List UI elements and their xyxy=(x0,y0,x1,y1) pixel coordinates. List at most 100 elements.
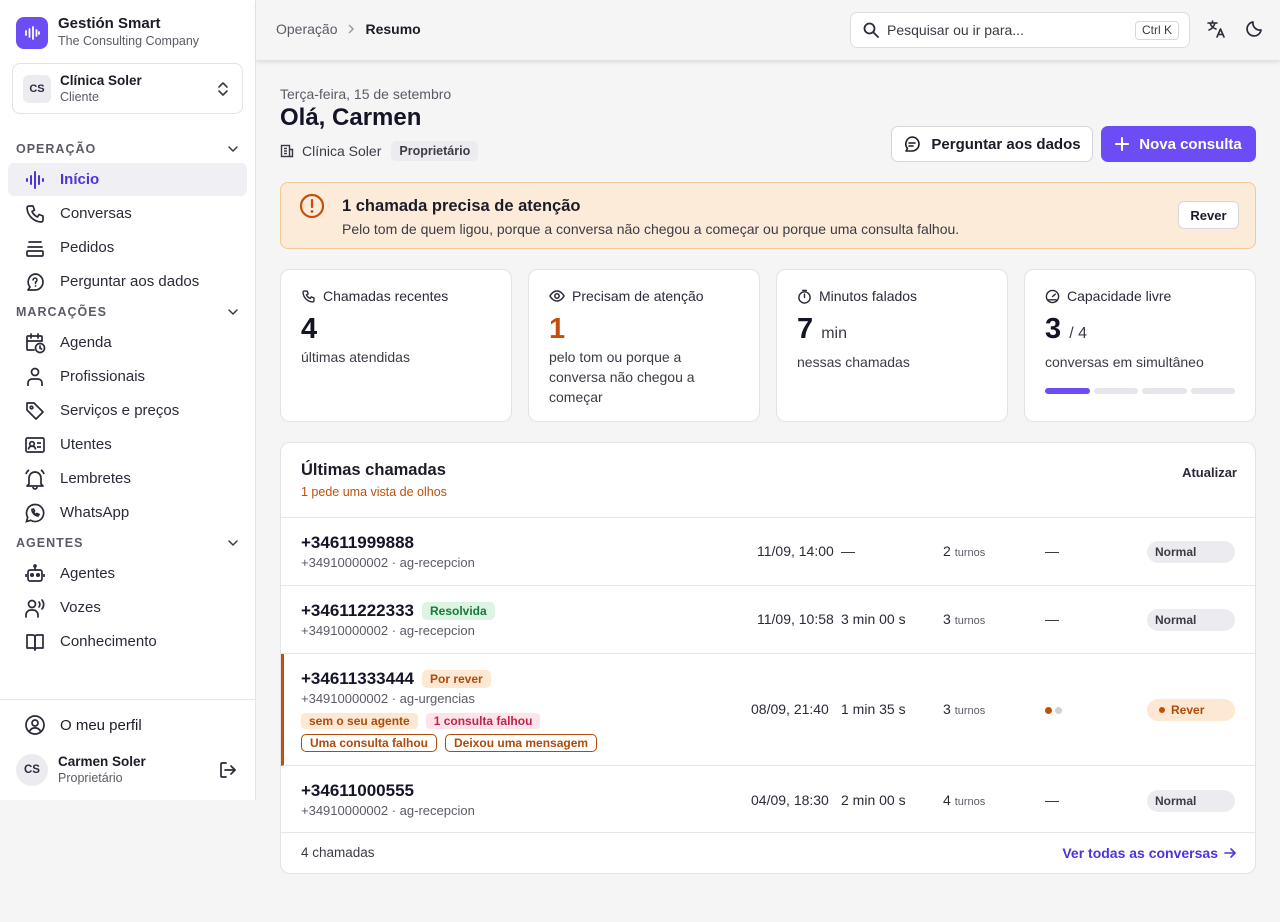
review-button[interactable]: Rever xyxy=(1178,201,1239,229)
table-row[interactable]: +34611222333 Resolvida +34910000002 · ag-… xyxy=(281,586,1255,654)
ask-data-button[interactable]: Perguntar aos dados xyxy=(891,126,1093,162)
tag-icon xyxy=(26,401,44,420)
table-row[interactable]: +34611999888 +34910000002 · ag-recepcion… xyxy=(281,518,1255,586)
table-row-flagged[interactable]: +34611333444 Por rever +34910000002 · ag-… xyxy=(281,654,1255,766)
call-number: +34611000555 xyxy=(301,781,414,800)
call-turns: 3 turnos xyxy=(943,701,986,717)
sidebar-item-label: Conhecimento xyxy=(60,633,157,650)
stat-value: 4 xyxy=(301,313,318,345)
my-profile-label: O meu perfil xyxy=(60,716,142,734)
bell-icon xyxy=(25,468,45,490)
sidebar-item-perguntar[interactable]: Perguntar aos dados xyxy=(8,265,247,298)
nav-section-marcacoes[interactable]: MARCAÇÕES xyxy=(0,299,255,325)
alert-description: Pelo tom de quem ligou, porque a convers… xyxy=(342,221,960,237)
chat-icon xyxy=(905,136,921,152)
sidebar-item-agentes[interactable]: Agentes xyxy=(8,557,247,590)
resolved-tag: Resolvida xyxy=(422,602,495,620)
nav-section-agentes[interactable]: AGENTES xyxy=(0,530,255,556)
call-date: 08/09, 21:40 xyxy=(751,701,829,717)
logout-icon[interactable] xyxy=(218,760,238,780)
table-footer: 4 chamadas Ver todas as conversas xyxy=(281,833,1255,873)
sidebar-item-inicio[interactable]: Início xyxy=(8,163,247,196)
call-date: 04/09, 18:30 xyxy=(751,792,829,808)
search-input[interactable] xyxy=(887,22,1127,38)
stat-value: 7 min xyxy=(797,313,847,345)
sidebar-item-conhecimento[interactable]: Conhecimento xyxy=(8,625,247,658)
call-sentiment: — xyxy=(1045,792,1059,808)
brand[interactable]: Gestión Smart The Consulting Company xyxy=(16,16,199,50)
view-all-link[interactable]: Ver todas as conversas xyxy=(1062,845,1237,861)
capacity-segment xyxy=(1142,388,1187,394)
breadcrumb-item[interactable]: Operação xyxy=(276,21,337,37)
nav-section-label: AGENTES xyxy=(16,536,84,550)
status-badge: Rever xyxy=(1147,699,1235,721)
search-box[interactable]: Ctrl K xyxy=(850,12,1190,48)
outcome-chip: Deixou uma mensagem xyxy=(445,734,598,752)
stat-label: Chamadas recentes xyxy=(323,288,449,304)
outcome-chip: Uma consulta falhou xyxy=(301,734,438,752)
call-turns: 3 turnos xyxy=(943,611,986,627)
call-turns: 4 turnos xyxy=(943,792,986,808)
sidebar-item-lembretes[interactable]: Lembretes xyxy=(8,462,247,495)
clinic-info: Clínica Soler Proprietário xyxy=(280,141,479,161)
call-turns: 2 turnos xyxy=(943,543,986,559)
page-title: Olá, Carmen xyxy=(280,104,422,131)
stack-icon xyxy=(26,240,44,257)
sidebar-item-servicos[interactable]: Serviços e preços xyxy=(8,394,247,427)
refresh-button[interactable]: Atualizar xyxy=(1182,465,1237,480)
sidebar-item-vozes[interactable]: Vozes xyxy=(8,591,247,624)
sidebar-item-label: Utentes xyxy=(60,436,112,453)
call-meta: +34910000002 · ag-recepcion xyxy=(301,623,475,638)
sidebar-nav: OPERAÇÃO Início Conversas Pedidos Pergun… xyxy=(0,136,255,699)
brand-name: Gestión Smart xyxy=(58,15,161,32)
sidebar-item-label: Pedidos xyxy=(60,239,115,256)
sidebar-item-agenda[interactable]: Agenda xyxy=(8,326,247,359)
gauge-icon xyxy=(1045,289,1060,303)
sidebar-item-profissionais[interactable]: Profissionais xyxy=(8,360,247,393)
call-duration: 2 min 00 s xyxy=(841,792,906,808)
attention-alert: 1 chamada precisa de atenção Pelo tom de… xyxy=(280,182,1256,249)
client-switcher[interactable]: CS Clínica Soler Cliente xyxy=(12,63,243,114)
stat-description: conversas em simultâneo xyxy=(1045,354,1204,370)
sidebar-item-label: Vozes xyxy=(60,599,101,616)
ask-data-label: Perguntar aos dados xyxy=(931,135,1081,153)
sidebar-item-whatsapp[interactable]: WhatsApp xyxy=(8,496,247,529)
book-icon xyxy=(26,633,44,651)
new-appointment-button[interactable]: Nova consulta xyxy=(1101,126,1256,162)
call-date: 11/09, 10:58 xyxy=(757,611,834,627)
nav-section-operacao[interactable]: OPERAÇÃO xyxy=(0,136,255,162)
stat-card-recent-calls: Chamadas recentes 4 últimas atendidas xyxy=(280,269,512,422)
view-all-label: Ver todas as conversas xyxy=(1062,845,1218,861)
call-date: 11/09, 14:00 xyxy=(757,543,834,559)
phone-icon xyxy=(26,204,44,223)
sentiment-dot xyxy=(1045,707,1052,714)
sidebar-item-pedidos[interactable]: Pedidos xyxy=(8,231,247,264)
current-date: Terça-feira, 15 de setembro xyxy=(280,86,452,102)
call-duration: 1 min 35 s xyxy=(841,701,906,717)
translate-icon[interactable] xyxy=(1206,19,1226,39)
call-meta: +34910000002 · ag-recepcion xyxy=(301,555,475,570)
chevron-down-icon xyxy=(228,309,238,316)
recent-calls-panel: Últimas chamadas 1 pede uma vista de olh… xyxy=(280,442,1256,874)
clinic-name: Clínica Soler xyxy=(302,143,382,159)
stat-label: Capacidade livre xyxy=(1067,288,1172,304)
stat-description: últimas atendidas xyxy=(301,349,410,365)
capacity-bar xyxy=(1045,388,1235,394)
role-badge: Proprietário xyxy=(391,141,479,161)
calls-count: 4 chamadas xyxy=(301,845,375,860)
status-badge: Normal xyxy=(1147,609,1235,631)
plus-icon xyxy=(1115,137,1130,151)
call-meta: +34910000002 · ag-recepcion xyxy=(301,803,475,818)
stat-card-minutes: Minutos falados 7 min nessas chamadas xyxy=(776,269,1008,422)
stat-card-attention: Precisam de atenção 1 pelo tom ou porque… xyxy=(528,269,760,422)
table-row[interactable]: +34611000555 +34910000002 · ag-recepcion… xyxy=(281,766,1255,833)
building-icon xyxy=(280,144,294,158)
sidebar-item-utentes[interactable]: Utentes xyxy=(8,428,247,461)
my-profile-link[interactable]: O meu perfil xyxy=(24,714,142,736)
call-meta: +34910000002 · ag-urgencias xyxy=(301,691,475,706)
stat-card-capacity: Capacidade livre 3 / 4 conversas em simu… xyxy=(1024,269,1256,422)
contact-card-icon xyxy=(25,436,45,453)
sidebar-item-conversas[interactable]: Conversas xyxy=(8,197,247,230)
outcome-chips: Uma consulta falhou Deixou uma mensagem xyxy=(301,734,598,752)
moon-icon[interactable] xyxy=(1246,19,1264,37)
